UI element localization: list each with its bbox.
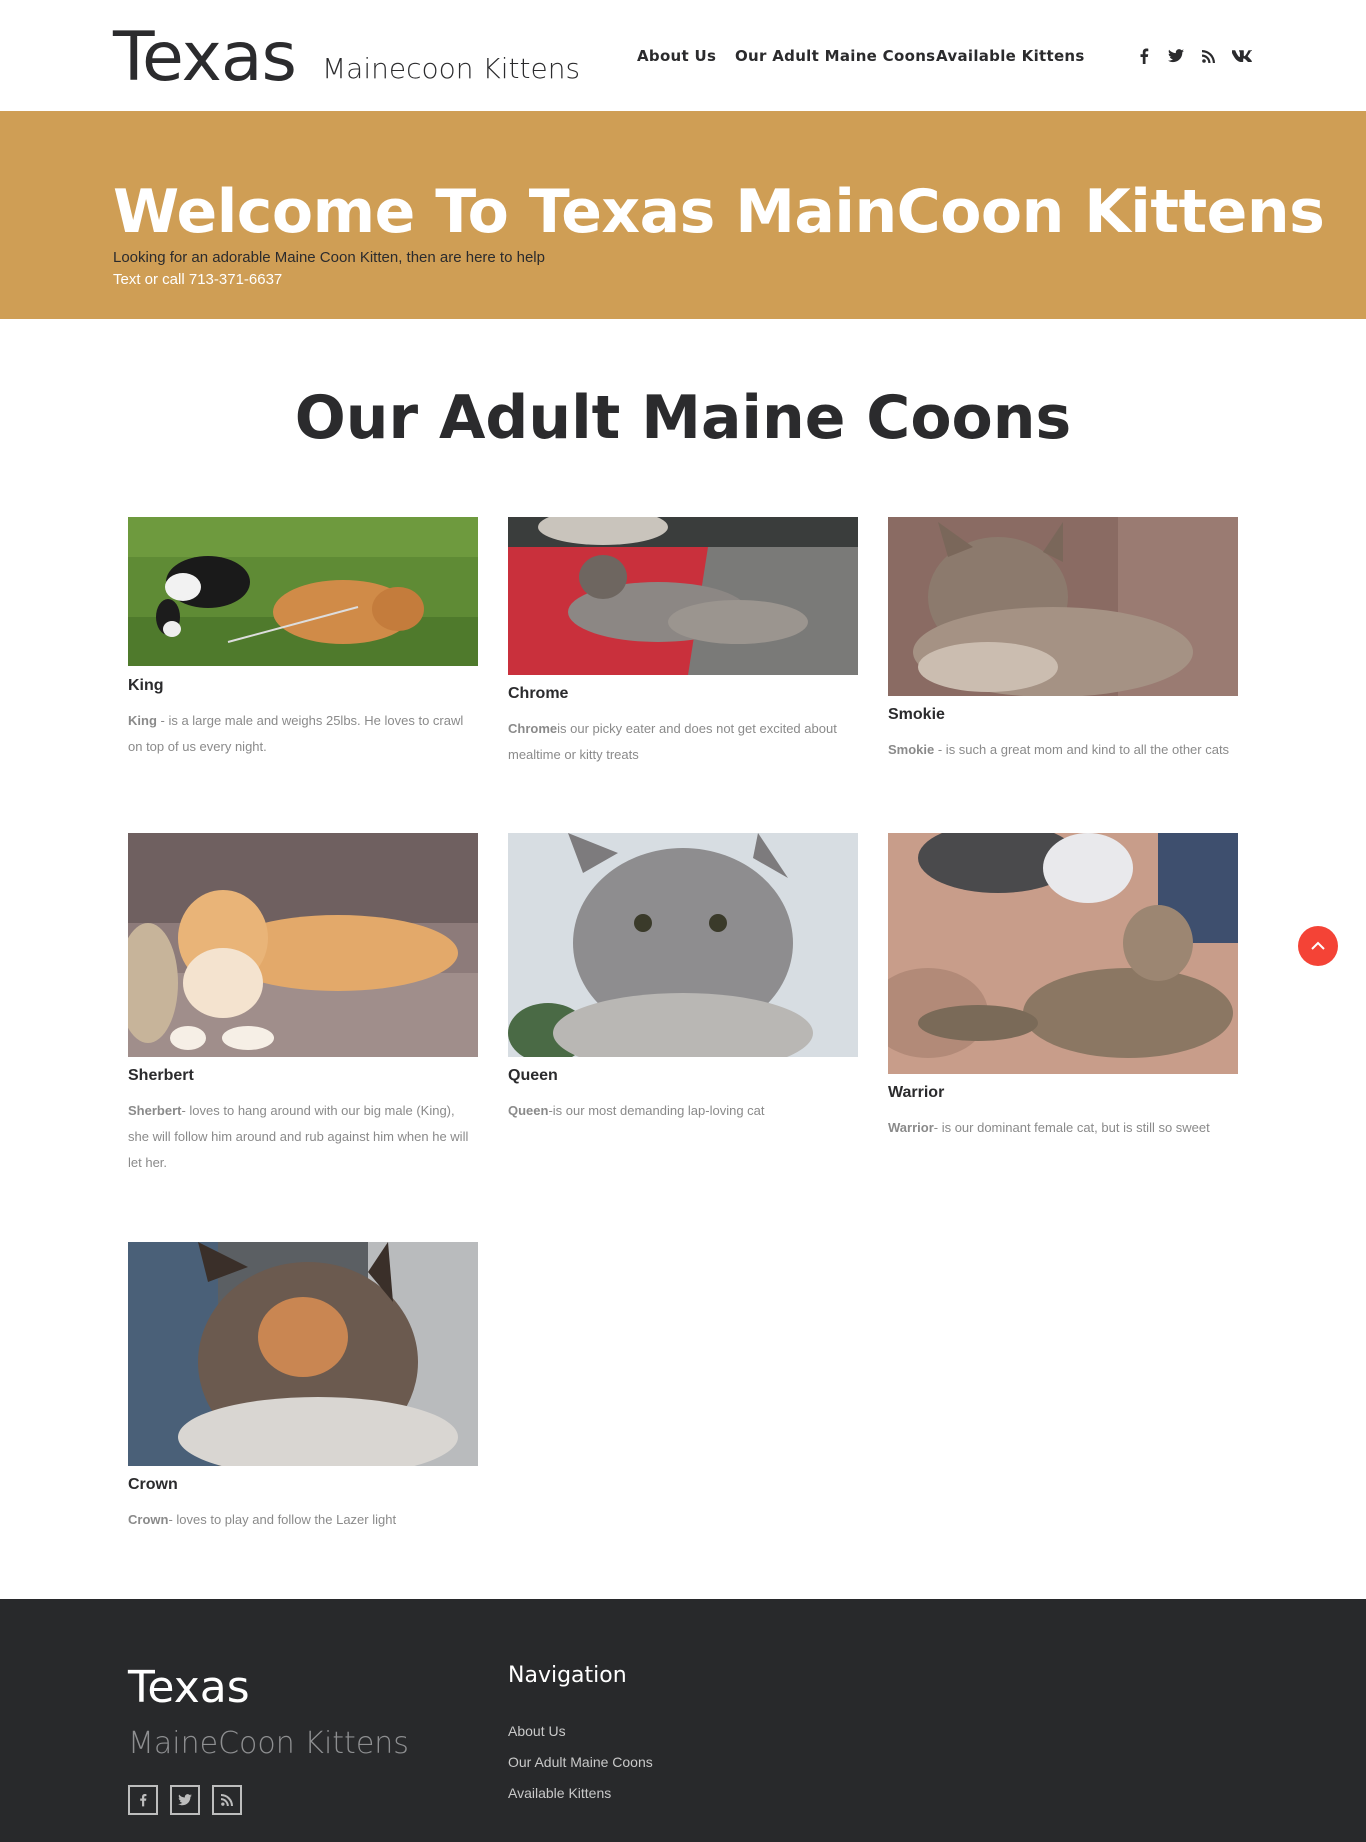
logo-subtitle[interactable]: Mainecoon Kittens xyxy=(322,52,580,86)
rss-icon[interactable] xyxy=(1198,46,1218,66)
cat-desc-text: is our picky eater and does not get exci… xyxy=(508,721,837,762)
nav-adult-maine-coons[interactable]: Our Adult Maine Coons xyxy=(735,46,935,66)
cat-desc-bold: Queen xyxy=(508,1103,549,1118)
cat-desc-text: - loves to play and follow the Lazer lig… xyxy=(168,1512,397,1527)
footer-logo-title[interactable]: Texas xyxy=(128,1662,250,1714)
facebook-icon[interactable] xyxy=(1134,46,1154,66)
hero-tagline: Looking for an adorable Maine Coon Kitte… xyxy=(113,249,545,266)
cat-name: Crown xyxy=(128,1476,178,1493)
cat-desc-bold: Smokie xyxy=(888,742,935,757)
footer-nav-about-us[interactable]: About Us xyxy=(508,1721,566,1741)
cat-desc-text: - is a large male and weighs 25lbs. He l… xyxy=(128,713,464,754)
cat-description: Sherbert- loves to hang around with our … xyxy=(128,1098,478,1176)
cat-desc-bold: Crown xyxy=(128,1512,169,1527)
cat-photo-chrome[interactable] xyxy=(508,517,858,675)
facebook-icon[interactable] xyxy=(128,1785,158,1815)
cat-name: Sherbert xyxy=(128,1067,194,1084)
cat-name: Warrior xyxy=(888,1084,945,1101)
hero-banner: Welcome To Texas MainCoon Kittens Lookin… xyxy=(0,111,1366,319)
header-socials xyxy=(1134,46,1264,68)
hero-contact: Text or call 713-371-6637 xyxy=(113,271,283,288)
hero-title: Welcome To Texas MainCoon Kittens xyxy=(113,177,1325,247)
cat-desc-bold: King xyxy=(128,713,157,728)
cat-desc-text: - is our dominant female cat, but is sti… xyxy=(933,1120,1210,1135)
scroll-to-top-button[interactable] xyxy=(1298,926,1338,966)
cat-desc-text: - is such a great mom and kind to all th… xyxy=(934,742,1230,757)
cat-description: Crown- loves to play and follow the Laze… xyxy=(128,1507,478,1533)
cat-description: Warrior- is our dominant female cat, but… xyxy=(888,1115,1238,1141)
cat-description: King - is a large male and weighs 25lbs.… xyxy=(128,708,478,760)
cat-photo-crown[interactable] xyxy=(128,1242,478,1466)
cat-desc-bold: Chrome xyxy=(508,721,558,736)
rss-icon[interactable] xyxy=(212,1785,242,1815)
footer-nav-adult-maine-coons[interactable]: Our Adult Maine Coons xyxy=(508,1752,653,1772)
footer-nav-available-kittens[interactable]: Available Kittens xyxy=(508,1783,611,1803)
footer-nav-title: Navigation xyxy=(508,1663,627,1688)
chevron-up-icon xyxy=(1311,937,1325,955)
cat-name: Queen xyxy=(508,1067,558,1084)
nav-about-us[interactable]: About Us xyxy=(637,46,716,66)
cat-photo-king[interactable] xyxy=(128,517,478,666)
cat-name: Smokie xyxy=(888,706,945,723)
cat-photo-queen[interactable] xyxy=(508,833,858,1057)
cat-name: Chrome xyxy=(508,685,569,702)
vk-icon[interactable] xyxy=(1230,46,1254,66)
cat-photo-sherbert[interactable] xyxy=(128,833,478,1057)
cat-desc-text: -is our most demanding lap-loving cat xyxy=(548,1103,765,1118)
logo-title[interactable]: Texas xyxy=(113,18,297,98)
section-title: Our Adult Maine Coons xyxy=(294,383,1072,453)
twitter-icon[interactable] xyxy=(170,1785,200,1815)
footer-logo-subtitle: MaineCoon Kittens xyxy=(128,1726,409,1761)
cat-photo-smokie[interactable] xyxy=(888,517,1238,696)
site-header: Texas Mainecoon Kittens About Us Our Adu… xyxy=(0,0,1366,111)
site-footer: Texas MaineCoon Kittens Navigation About… xyxy=(0,1599,1366,1842)
cat-desc-bold: Sherbert xyxy=(128,1103,182,1118)
cat-description: Smokie - is such a great mom and kind to… xyxy=(888,737,1238,763)
cat-desc-bold: Warrior xyxy=(888,1120,934,1135)
cat-photo-warrior[interactable] xyxy=(888,833,1238,1074)
cat-name: King xyxy=(128,677,164,694)
cat-description: Queen-is our most demanding lap-loving c… xyxy=(508,1098,858,1124)
cat-description: Chromeis our picky eater and does not ge… xyxy=(508,716,858,768)
nav-available-kittens[interactable]: Available Kittens xyxy=(936,46,1085,66)
twitter-icon[interactable] xyxy=(1166,46,1186,66)
